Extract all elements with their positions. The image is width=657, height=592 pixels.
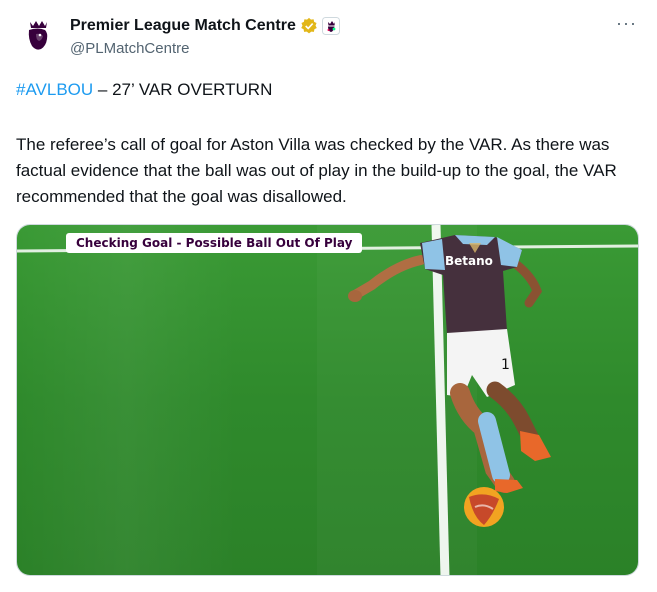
more-options-icon[interactable]: ··· — [616, 13, 637, 34]
headline-text: – 27’ VAR OVERTURN — [93, 80, 273, 99]
tweet-body: The referee’s call of goal for Aston Vil… — [16, 135, 617, 206]
var-replay-image: Betano 1 — [17, 225, 638, 575]
tweet-headline: #AVLBOU – 27’ VAR OVERTURN — [16, 80, 272, 100]
avatar[interactable] — [16, 13, 60, 57]
tweet-card[interactable]: Premier League Match Centre @PLMatchCent… — [0, 0, 657, 592]
tweet-media[interactable]: Betano 1 Checking Goal - Possible Ball O… — [16, 224, 639, 576]
author-handle[interactable]: @PLMatchCentre — [70, 40, 189, 57]
premier-league-lion-icon — [16, 13, 60, 57]
author-display-name[interactable]: Premier League Match Centre — [70, 17, 296, 35]
affiliate-badge-icon[interactable] — [321, 17, 340, 35]
shirt-sponsor: Betano — [445, 254, 493, 268]
shorts-number: 1 — [501, 357, 510, 373]
verified-badge-icon[interactable] — [300, 17, 318, 35]
author-name-row: Premier League Match Centre — [70, 17, 340, 35]
hashtag-link[interactable]: #AVLBOU — [16, 80, 93, 99]
var-check-label: Checking Goal - Possible Ball Out Of Pla… — [66, 233, 363, 253]
